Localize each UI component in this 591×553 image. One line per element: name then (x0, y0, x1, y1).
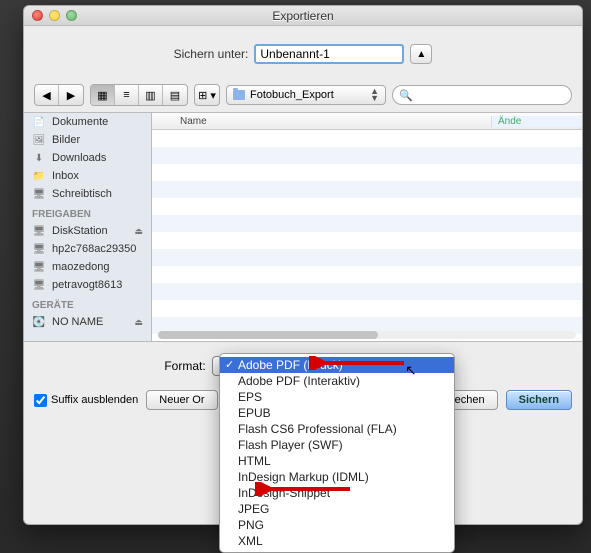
format-option[interactable]: XML (220, 533, 454, 549)
icon-view-button[interactable]: ▦ (91, 85, 115, 105)
format-option[interactable]: InDesign Markup (IDML) (220, 469, 454, 485)
eject-icon[interactable]: ⏏ (134, 317, 143, 328)
format-label: Format: (164, 359, 205, 373)
sidebar-item[interactable]: 📄Dokumente (24, 113, 151, 131)
format-option[interactable]: JPEG (220, 501, 454, 517)
coverflow-view-button[interactable]: ▤ (163, 85, 187, 105)
srv-icon: 🖥 (32, 279, 46, 291)
column-view-button[interactable]: ▥ (139, 85, 163, 105)
column-name[interactable]: Name (152, 116, 492, 127)
window-title: Exportieren (24, 9, 582, 23)
list-view-button[interactable]: ≡ (115, 85, 139, 105)
srv-icon: 🖥 (32, 243, 46, 255)
desk-icon: 🖥 (32, 188, 46, 200)
sidebar: 📄Dokumente🖼Bilder⬇Downloads📁Inbox🖥Schrei… (24, 113, 152, 341)
format-option[interactable]: Adobe PDF (Druck) (220, 357, 454, 373)
srv-icon: 🖥 (32, 261, 46, 273)
sidebar-item[interactable]: 🖥maozedong (24, 258, 151, 276)
shared-header: FREIGABEN (24, 203, 151, 222)
sidebar-item[interactable]: 🖥Schreibtisch (24, 185, 151, 203)
doc-icon: 📄 (32, 116, 46, 128)
sidebar-item[interactable]: 📁Inbox (24, 167, 151, 185)
eject-icon[interactable]: ⏏ (134, 226, 143, 237)
chevron-updown-icon: ▲▼ (370, 88, 379, 102)
srv-icon: 🖥 (32, 225, 46, 237)
close-icon[interactable] (32, 10, 43, 21)
folder-name: Fotobuch_Export (250, 89, 334, 101)
format-option[interactable]: Flash CS6 Professional (FLA) (220, 421, 454, 437)
sidebar-item[interactable]: 💽NO NAME⏏ (24, 313, 151, 331)
format-option[interactable]: EPS (220, 389, 454, 405)
disk-icon: 💽 (32, 316, 46, 328)
sidebar-item[interactable]: 🖥hp2c768ac29350 (24, 240, 151, 258)
save-button[interactable]: Sichern (506, 390, 572, 410)
sidebar-item[interactable]: ⬇Downloads (24, 149, 151, 167)
titlebar: Exportieren (24, 6, 582, 26)
sidebar-item[interactable]: 🖥petravogt8613 (24, 276, 151, 294)
filename-input[interactable] (254, 44, 404, 64)
minimize-icon[interactable] (49, 10, 60, 21)
format-option[interactable]: HTML (220, 453, 454, 469)
folder-icon (233, 90, 245, 100)
new-folder-button[interactable]: Neuer Or (146, 390, 217, 410)
format-option[interactable]: EPUB (220, 405, 454, 421)
sidebar-item[interactable]: 🖼Bilder (24, 131, 151, 149)
arrange-button[interactable]: ⊞ ▾ (195, 85, 219, 105)
nav-back-forward: ◀ ▶ (34, 84, 84, 106)
back-button[interactable]: ◀ (35, 85, 59, 105)
hide-suffix-checkbox[interactable]: Suffix ausblenden (34, 394, 138, 407)
folder-icon: 📁 (32, 170, 46, 182)
devices-header: GERÄTE (24, 294, 151, 313)
format-option[interactable]: InDesign-Snippet (220, 485, 454, 501)
format-option[interactable]: Flash Player (SWF) (220, 437, 454, 453)
zoom-icon[interactable] (66, 10, 77, 21)
horizontal-scrollbar[interactable] (158, 331, 576, 339)
expand-button[interactable]: ▲ (410, 44, 432, 64)
dl-icon: ⬇ (32, 152, 46, 164)
arrange-segment: ⊞ ▾ (194, 84, 220, 106)
forward-button[interactable]: ▶ (59, 85, 83, 105)
cursor-icon: ↖ (405, 362, 417, 379)
view-mode-segment: ▦ ≡ ▥ ▤ (90, 84, 188, 106)
save-as-label: Sichern unter: (174, 47, 249, 61)
format-menu: Adobe PDF (Druck)Adobe PDF (Interaktiv)E… (219, 353, 455, 553)
column-modified[interactable]: Ände (492, 116, 582, 127)
search-input[interactable]: 🔍 (392, 85, 572, 105)
folder-popup[interactable]: Fotobuch_Export ▲▼ (226, 85, 386, 105)
pic-icon: 🖼 (32, 134, 46, 146)
format-option[interactable]: PNG (220, 517, 454, 533)
format-option[interactable]: Adobe PDF (Interaktiv) (220, 373, 454, 389)
sidebar-item[interactable]: 🖥DiskStation⏏ (24, 222, 151, 240)
file-list[interactable]: Name Ände (152, 113, 582, 341)
search-icon: 🔍 (399, 89, 413, 102)
